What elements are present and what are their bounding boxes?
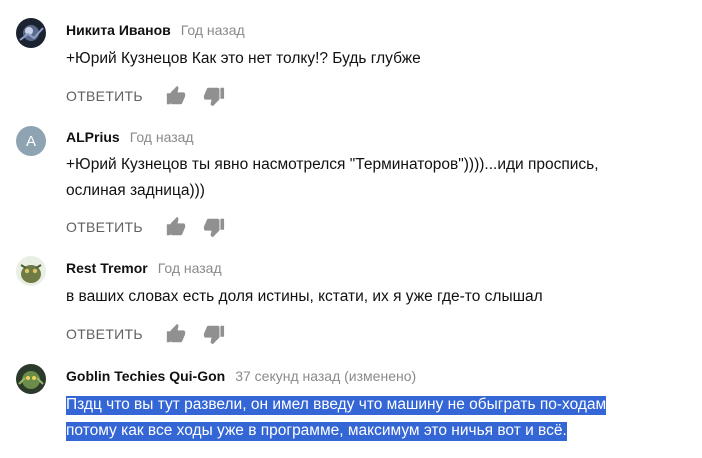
- comment-author[interactable]: ALPrius: [66, 129, 120, 145]
- thumbs-up-icon[interactable]: [165, 323, 187, 345]
- creature-avatar-icon: [16, 256, 46, 286]
- comment-author[interactable]: Rest Tremor: [66, 260, 148, 276]
- avatar[interactable]: [16, 256, 46, 286]
- avatar[interactable]: A: [16, 126, 46, 156]
- reply-button[interactable]: ОТВЕТИТЬ: [66, 326, 143, 342]
- comment-timestamp[interactable]: Год назад: [130, 129, 194, 145]
- avatar[interactable]: [16, 18, 46, 48]
- selected-text-line[interactable]: Пздц что вы тут развели, он имел введу ч…: [66, 396, 607, 415]
- avatar-letter: A: [25, 132, 36, 150]
- thumbs-up-icon[interactable]: [165, 85, 187, 107]
- space-image-avatar-icon: [16, 18, 46, 48]
- reply-button[interactable]: ОТВЕТИТЬ: [66, 219, 143, 235]
- comment-timestamp[interactable]: Год назад: [181, 22, 245, 38]
- goblin-avatar-icon: [16, 364, 46, 394]
- comment-text-line: в ваших словах есть доля истины, кстати,…: [66, 288, 543, 305]
- comment-text: в ваших словах есть доля истины, кстати,…: [66, 284, 543, 310]
- reply-button[interactable]: ОТВЕТИТЬ: [66, 88, 143, 104]
- comment-text: +Юрий Кузнецов Как это нет толку!? Будь …: [66, 46, 421, 72]
- avatar[interactable]: [16, 364, 46, 394]
- comment-text-line: ослиная задница))): [66, 182, 205, 199]
- comment-timestamp[interactable]: Год назад: [158, 260, 222, 276]
- comment-timestamp[interactable]: 37 секунд назад (изменено): [235, 368, 416, 384]
- comment-text-line: +Юрий Кузнецов Как это нет толку!? Будь …: [66, 50, 421, 67]
- comment-text-line: +Юрий Кузнецов ты явно насмотрелся "Терм…: [66, 156, 599, 173]
- thumbs-down-icon[interactable]: [203, 323, 225, 345]
- comment-author[interactable]: Никита Иванов: [66, 22, 171, 38]
- comment-author[interactable]: Goblin Techies Qui-Gon: [66, 368, 225, 384]
- thumbs-down-icon[interactable]: [203, 85, 225, 107]
- comment-text: +Юрий Кузнецов ты явно насмотрелся "Терм…: [66, 152, 599, 204]
- thumbs-down-icon[interactable]: [203, 216, 225, 238]
- comment-text: Пздц что вы тут развели, он имел введу ч…: [66, 392, 607, 444]
- selected-text-line[interactable]: потому как все ходы уже в программе, мак…: [66, 422, 567, 441]
- thumbs-up-icon[interactable]: [165, 216, 187, 238]
